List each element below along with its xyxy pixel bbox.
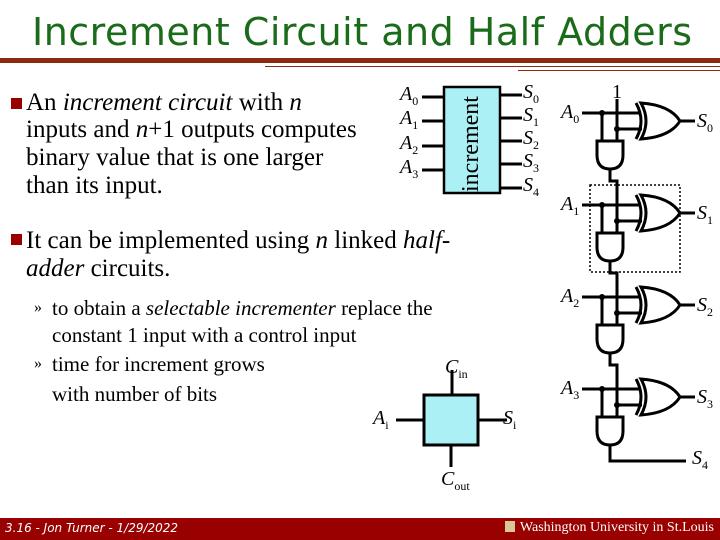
carry-link <box>608 261 619 285</box>
xor-gate <box>638 193 682 233</box>
increment-input-label-base: A <box>400 107 413 129</box>
increment-block-label: increment <box>458 96 484 192</box>
xor-back-curve <box>634 378 643 416</box>
ripple-input-label-subscript: 3 <box>573 388 580 402</box>
ripple-input-label-subscript: 1 <box>573 204 580 218</box>
ripple-input-label-subscript: 2 <box>573 296 580 310</box>
university-shield-icon <box>504 521 515 532</box>
footer-bar: 3.16 - Jon Turner - 1/29/2022 Washington… <box>0 518 720 540</box>
carry-link <box>608 169 619 193</box>
final-carry-wire <box>608 445 686 463</box>
increment-input-label-subscript: 3 <box>412 167 419 181</box>
increment-output-label-base: S <box>523 174 533 196</box>
increment-input-label-base: A <box>400 156 413 178</box>
footer-university-name: Washington University in St.Louis <box>519 520 714 535</box>
increment-output-label-subscript: 3 <box>533 161 539 175</box>
cell-carry-out-label-subscript: out <box>454 479 470 493</box>
increment-input-label-base: A <box>400 132 413 154</box>
cell-carry-in-label-base: C <box>445 356 459 378</box>
xor-back-curve <box>634 194 643 232</box>
ripple-output-label-base: S <box>692 447 702 469</box>
ripple-output-label-subscript: 3 <box>707 397 713 411</box>
and-gate <box>595 415 625 447</box>
ripple-input-label-subscript: 0 <box>573 112 580 126</box>
increment-output-label-subscript: 4 <box>533 185 539 199</box>
cell-carry-out-label-base: C <box>441 468 455 490</box>
ripple-output-label-base: S <box>697 202 707 224</box>
increment-input-label: A1 <box>400 107 418 133</box>
carry-link <box>608 353 619 377</box>
cell-input-label-subscript: i <box>385 418 389 432</box>
increment-output-label-base: S <box>523 81 533 103</box>
cell-input-label: Ai <box>373 407 389 433</box>
cell-carry-in-label-subscript: in <box>458 367 468 381</box>
footer-slide-info: 3.16 - Jon Turner - 1/29/2022 <box>5 521 179 535</box>
and-gate <box>595 139 625 171</box>
ripple-output-label-base: S <box>697 110 707 132</box>
increment-input-label-base: A <box>400 83 413 105</box>
increment-output-label-base: S <box>523 127 533 149</box>
increment-output-label-base: S <box>523 150 533 172</box>
xor-gate <box>638 377 682 417</box>
ripple-input-label: A0 <box>561 101 579 127</box>
ripple-input-label-base: A <box>561 193 574 215</box>
cell-output-label: Si <box>503 407 516 433</box>
ripple-input-label-base: A <box>561 377 574 399</box>
ripple-output-label: S3 <box>697 386 713 412</box>
and-gate <box>595 323 625 355</box>
cell-output-label-subscript: i <box>513 418 517 432</box>
xor-gate <box>638 101 682 141</box>
and-gate <box>595 231 625 263</box>
ripple-input-label-base: A <box>561 285 574 307</box>
ripple-input-label: A1 <box>561 193 579 219</box>
increment-output-label: S3 <box>523 150 539 176</box>
cell-output-label-base: S <box>503 407 513 429</box>
ripple-output-label: S1 <box>697 202 713 228</box>
ripple-output-label-subscript: 4 <box>702 458 708 472</box>
increment-input-label: A2 <box>400 132 418 158</box>
ripple-output-label: S4 <box>692 447 708 473</box>
xor-gate <box>638 285 682 325</box>
cell-carry-in-label: Cin <box>445 356 468 382</box>
half-adder-cell <box>422 393 480 447</box>
increment-output-label: S4 <box>523 174 539 200</box>
constant-one-label: 1 <box>612 81 622 103</box>
ripple-output-label-subscript: 0 <box>707 121 713 135</box>
cell-carry-out-label: Cout <box>441 468 470 494</box>
ripple-output-label-base: S <box>697 386 707 408</box>
increment-input-label: A0 <box>400 83 418 109</box>
increment-input-label-subscript: 0 <box>412 94 419 108</box>
ripple-output-label: S2 <box>697 294 713 320</box>
ripple-output-label: S0 <box>697 110 713 136</box>
cell-input-label-base: A <box>373 407 386 429</box>
xor-back-curve <box>634 286 643 324</box>
ripple-input-label: A3 <box>561 377 579 403</box>
ripple-output-label-base: S <box>697 294 707 316</box>
xor-back-curve <box>634 102 643 140</box>
increment-input-label-subscript: 2 <box>412 143 419 157</box>
ripple-input-label-base: A <box>561 101 574 123</box>
ripple-output-label-subscript: 2 <box>707 305 713 319</box>
increment-input-label: A3 <box>400 156 418 182</box>
ripple-output-label-subscript: 1 <box>707 213 713 227</box>
increment-output-label-base: S <box>523 104 533 126</box>
footer-university: Washington University in St.Louis <box>504 520 714 536</box>
increment-input-label-subscript: 1 <box>412 118 419 132</box>
ripple-input-label: A2 <box>561 285 579 311</box>
